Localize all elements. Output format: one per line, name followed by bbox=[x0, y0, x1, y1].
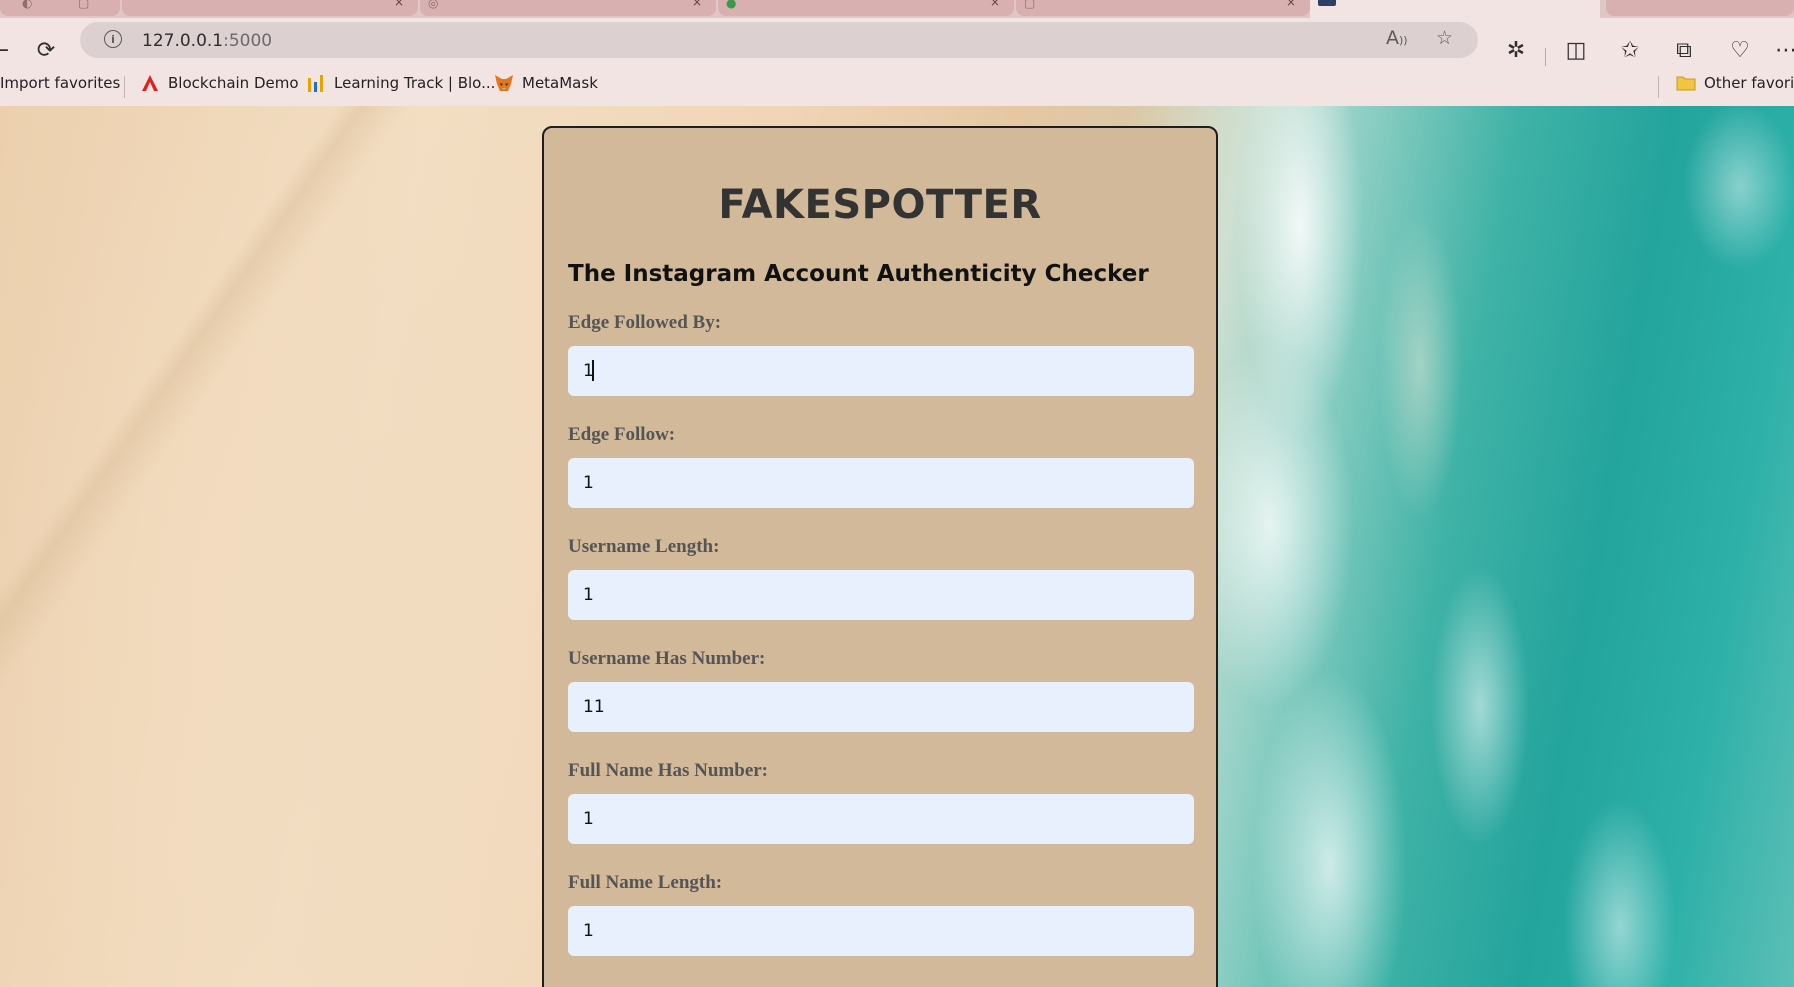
tab-favicon-icon bbox=[1318, 0, 1336, 6]
bookmark-import-favorites[interactable]: Import favorites bbox=[0, 74, 120, 92]
page-viewport: FAKESPOTTER The Instagram Account Authen… bbox=[0, 106, 1794, 987]
text-cursor bbox=[592, 360, 594, 381]
bookmark-label: Learning Track | Blo... bbox=[334, 74, 496, 92]
tab-favicon-icon: ▢ bbox=[78, 0, 90, 10]
browser-tab[interactable]: ◐ ▢ bbox=[0, 0, 120, 16]
browser-tab[interactable]: ● × bbox=[718, 0, 1014, 16]
checker-form-card: FAKESPOTTER The Instagram Account Authen… bbox=[542, 126, 1218, 987]
close-tab-icon[interactable]: × bbox=[692, 0, 702, 9]
favorites-bar: Import favorites Blockchain Demo Learnin… bbox=[0, 66, 1794, 106]
bookmark-divider bbox=[1658, 76, 1659, 98]
learning-track-logo-icon bbox=[306, 74, 326, 92]
close-tab-icon[interactable]: × bbox=[990, 0, 1000, 9]
bookmark-label: Other favorite bbox=[1704, 74, 1794, 92]
address-url[interactable]: 127.0.0.1:5000 bbox=[142, 31, 272, 51]
browser-essentials-icon[interactable]: ♡ bbox=[1720, 30, 1760, 70]
metamask-fox-icon bbox=[494, 74, 514, 92]
close-tab-icon[interactable]: × bbox=[1286, 0, 1296, 9]
close-tab-icon[interactable]: × bbox=[394, 0, 404, 9]
refresh-icon[interactable]: ⟳ bbox=[26, 30, 66, 70]
address-bar[interactable]: i 127.0.0.1:5000 A)) ☆ bbox=[80, 22, 1478, 58]
whatsapp-icon: ● bbox=[726, 0, 737, 10]
edge-followed-by-input[interactable] bbox=[568, 346, 1194, 396]
collections-icon[interactable]: ⧉ bbox=[1664, 30, 1704, 70]
browser-tab[interactable]: ◎ × bbox=[420, 0, 716, 16]
split-screen-icon[interactable]: ◫ bbox=[1556, 30, 1596, 70]
back-icon[interactable]: ← bbox=[0, 30, 20, 70]
full-name-has-number-input[interactable] bbox=[568, 794, 1194, 844]
bookmark-label: MetaMask bbox=[522, 74, 598, 92]
username-length-input[interactable] bbox=[568, 570, 1194, 620]
bookmark-label: Blockchain Demo bbox=[168, 74, 299, 92]
full-name-has-number-label: Full Name Has Number: bbox=[568, 760, 769, 781]
bookmark-label: Import favorites bbox=[0, 74, 121, 92]
tab-strip: ◐ ▢ × ◎ × ● × ▢ × bbox=[0, 0, 1794, 18]
more-options-icon[interactable]: ⋯ bbox=[1766, 30, 1794, 70]
username-length-label: Username Length: bbox=[568, 536, 720, 557]
edge-follow-label: Edge Follow: bbox=[568, 424, 676, 445]
full-name-length-label: Full Name Length: bbox=[568, 872, 723, 893]
full-name-length-input[interactable] bbox=[568, 906, 1194, 956]
bookmark-learning-track[interactable]: Learning Track | Blo... bbox=[306, 74, 495, 92]
browser-tab[interactable] bbox=[1606, 0, 1794, 16]
browser-tab[interactable]: × bbox=[122, 0, 418, 16]
favorites-icon[interactable]: ✩ bbox=[1610, 30, 1650, 70]
tab-favicon-icon: ◐ bbox=[22, 0, 33, 10]
bookmark-divider bbox=[124, 76, 125, 98]
tab-favicon-icon: ◎ bbox=[428, 0, 439, 10]
bookmark-metamask[interactable]: MetaMask bbox=[494, 74, 598, 92]
tab-favicon-icon: ▢ bbox=[1024, 0, 1036, 10]
extensions-icon[interactable]: ✲ bbox=[1496, 30, 1536, 70]
edge-follow-input[interactable] bbox=[568, 458, 1194, 508]
blockchain-demo-logo-icon bbox=[140, 74, 160, 92]
read-aloud-icon[interactable]: A)) bbox=[1386, 27, 1408, 49]
username-has-number-label: Username Has Number: bbox=[568, 648, 766, 669]
address-host: 127.0.0.1 bbox=[142, 31, 224, 51]
page-subtitle: The Instagram Account Authenticity Check… bbox=[568, 261, 1149, 287]
folder-icon bbox=[1676, 74, 1696, 92]
active-tab[interactable] bbox=[1310, 0, 1600, 18]
favorite-star-icon[interactable]: ☆ bbox=[1436, 27, 1453, 49]
site-info-icon[interactable]: i bbox=[104, 30, 122, 48]
bookmark-other-favorites[interactable]: Other favorite bbox=[1676, 74, 1794, 92]
page-title: FAKESPOTTER bbox=[718, 182, 1042, 228]
username-has-number-input[interactable] bbox=[568, 682, 1194, 732]
edge-followed-by-label: Edge Followed By: bbox=[568, 312, 722, 333]
browser-tab[interactable]: ▢ × bbox=[1016, 0, 1310, 16]
address-port: :5000 bbox=[223, 31, 273, 51]
bookmark-blockchain-demo[interactable]: Blockchain Demo bbox=[140, 74, 299, 92]
